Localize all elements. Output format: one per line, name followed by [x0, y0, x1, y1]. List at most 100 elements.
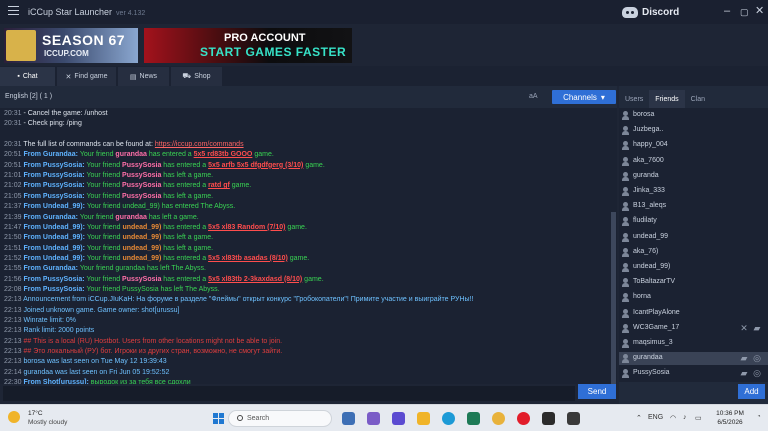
chat-message: 21:01 From PussySosia: Your friend Pussy… [4, 171, 213, 181]
discord-app-icon[interactable] [392, 412, 405, 425]
message-timestamp: 20:51 [4, 161, 22, 169]
minimize-icon[interactable]: – [724, 5, 730, 17]
friend-name: fludilaty [633, 217, 657, 225]
chat-message: 22:14 gurandaa was last seen on Fri Jun … [4, 368, 169, 378]
chat-app-icon[interactable] [367, 412, 380, 425]
friend-item[interactable]: fludilaty [619, 215, 768, 228]
friend-item[interactable]: maqsimus_3 [619, 337, 768, 350]
channels-button[interactable]: Channels ▾ [552, 90, 616, 104]
weather-temp: 17°C [28, 410, 43, 417]
message-text: undead_99) [122, 254, 162, 262]
app-version: ver 4.132 [116, 10, 146, 17]
maximize-icon[interactable]: ▢ [740, 6, 749, 18]
clock-time: 10:36 PM [716, 410, 744, 417]
game-icon[interactable]: ◎ [752, 368, 762, 378]
launcher-app-icon[interactable] [567, 412, 580, 425]
message-text[interactable]: 5x5 arfb 5x5 dfgdfgerg (3/10) [208, 162, 303, 169]
friend-name: maqsimus_3 [633, 339, 673, 346]
wifi-icon[interactable]: ◠ [670, 414, 676, 422]
close-icon[interactable]: ✕ [755, 5, 764, 17]
friend-name: undead_99 [633, 232, 669, 240]
friend-item[interactable]: happy_004 [619, 139, 768, 152]
friend-item[interactable]: IcantPlayAlone [619, 307, 768, 320]
tray-chevron-icon[interactable]: ⌃ [636, 414, 642, 422]
friend-item[interactable]: B13_aleqs [619, 200, 768, 213]
message-timestamp: 21:56 [4, 275, 22, 283]
tab-find-game[interactable]: ✕ Find game [57, 67, 117, 86]
person-icon [622, 217, 629, 227]
tab-chat[interactable]: ▪ Chat [0, 67, 56, 86]
game-app-icon[interactable] [542, 412, 555, 425]
edge-browser-icon[interactable] [442, 412, 455, 425]
friend-item[interactable]: Jinka_333 [619, 185, 768, 198]
discord-label: Discord [642, 6, 680, 18]
taskbar: 17°C Mostly cloudy Search ⌃ ENG ◠ ♪ ▭ 10… [0, 404, 768, 431]
send-button[interactable]: Send [578, 384, 616, 399]
game-icon[interactable]: ◎ [752, 353, 762, 363]
taskbar-search[interactable]: Search [228, 410, 332, 427]
message-text: Your friend [86, 234, 123, 242]
taskbar-clock[interactable]: 10:36 PM 6/5/2026 [710, 409, 750, 427]
chat-scrollbar[interactable] [610, 108, 617, 384]
friend-item[interactable]: WC3Game_17 ✕ ▰ [619, 322, 768, 335]
message-text: PussySosia [122, 275, 162, 283]
message-text[interactable]: 5x5 xl83 Random (7/10) [208, 224, 285, 231]
message-text: gurandaa [115, 151, 147, 159]
season-banner[interactable]: SEASON 67 ICCUP.COM [4, 28, 138, 63]
start-windows-icon[interactable] [213, 413, 224, 424]
friend-item[interactable]: ToBaltazarTV [619, 276, 768, 289]
chat-message: 20:51 From PussySosia: Your friend Pussy… [4, 161, 325, 171]
message-timestamp: 21:02 [4, 182, 22, 190]
friend-item[interactable]: horna [619, 291, 768, 304]
chrome-icon[interactable] [492, 412, 505, 425]
message-text[interactable]: 5x5 xl83tb 2-3kaxdasd (8/10) [208, 276, 302, 283]
friend-item[interactable]: undead_99 [619, 231, 768, 244]
person-icon [622, 354, 629, 364]
tab-friends[interactable]: Friends [649, 90, 685, 108]
battery-icon[interactable]: ▭ [695, 414, 702, 422]
friend-item[interactable]: Juzbega.. [619, 124, 768, 137]
message-text[interactable]: 5x5 rd83tb GOOO [194, 151, 253, 158]
tab-news[interactable]: ▤ News [118, 67, 170, 86]
pro-account-banner[interactable]: PRO ACCOUNT START GAMES FASTER [144, 28, 352, 63]
swords-icon[interactable]: ✕ [739, 323, 749, 333]
app-icon[interactable] [342, 412, 355, 425]
friend-item[interactable]: borosa [619, 109, 768, 122]
xbox-icon[interactable] [467, 412, 480, 425]
friend-item[interactable]: PussySosia ▰ ◎ [619, 367, 768, 380]
weather-condition: Mostly cloudy [28, 419, 68, 426]
message-text[interactable]: ratd gf [208, 182, 230, 189]
message-text: From PussySosia: [21, 275, 87, 283]
folder-icon[interactable] [417, 412, 430, 425]
message-text: From Gurandaa: [21, 265, 80, 273]
opera-icon[interactable] [517, 412, 530, 425]
hamburger-menu-icon[interactable] [8, 6, 19, 15]
message-text[interactable]: https://iccup.com/commands [155, 141, 244, 148]
add-friend-button[interactable]: Add [738, 384, 765, 399]
person-icon [622, 263, 629, 272]
discord-button[interactable]: Discord [622, 4, 679, 20]
notification-bell-icon[interactable]: ◔ [757, 414, 761, 420]
message-text: Winrate limit: 0% [21, 317, 76, 324]
message-timestamp: 22:13 [4, 348, 22, 356]
message-text[interactable]: 5x5 xl83tb asadas (8/10) [208, 255, 288, 262]
keyboard-language[interactable]: ENG [648, 414, 663, 421]
friend-item[interactable]: undead_99) [619, 261, 768, 274]
scrollbar-thumb[interactable] [611, 212, 616, 384]
chat-bubble-icon[interactable]: ▰ [739, 353, 749, 363]
friend-item[interactable]: gurandaa ▰ ◎ [619, 352, 768, 366]
friend-item[interactable]: guranda [619, 170, 768, 183]
friend-item[interactable]: aka_76) [619, 246, 768, 259]
chat-bubble-icon[interactable]: ▰ [739, 368, 749, 378]
volume-icon[interactable]: ♪ [683, 414, 687, 421]
friend-item[interactable]: aka_7600 [619, 155, 768, 168]
chat-bubble-icon[interactable]: ▰ [752, 323, 762, 333]
chat-messages: 20:31 - Cancel the game: /unhost 20:31 - … [0, 108, 610, 384]
tab-users[interactable]: Users [619, 90, 649, 108]
message-text: From Undead_99): [21, 254, 87, 262]
chat-input[interactable] [3, 386, 575, 401]
font-size-toggle[interactable]: aA [529, 93, 538, 100]
tab-clan[interactable]: Clan [685, 90, 711, 108]
tab-shop[interactable]: ⛟ Shop [171, 67, 223, 86]
friend-name: borosa [633, 111, 655, 118]
